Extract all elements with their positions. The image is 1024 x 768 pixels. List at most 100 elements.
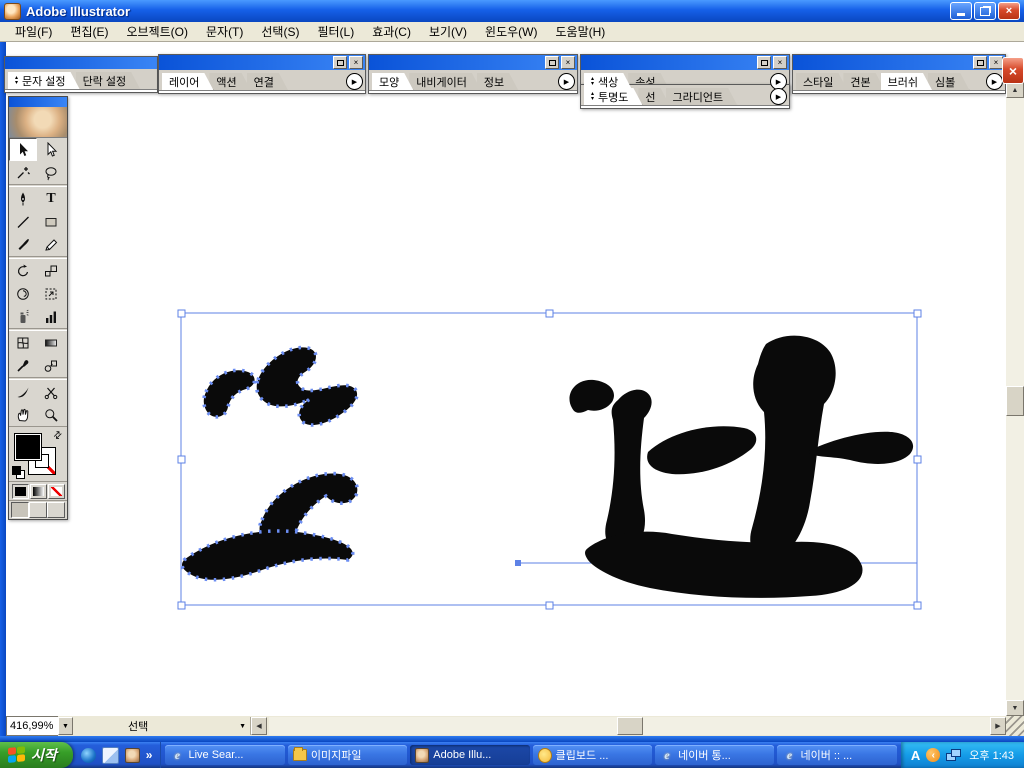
none-button[interactable] [48,484,65,499]
scissors-tool-button[interactable] [37,380,65,403]
palette-title-bar[interactable] [5,57,157,69]
tab-styles[interactable]: 스타일 [796,73,847,90]
palette-close-button[interactable]: × [773,56,787,69]
tab-color[interactable]: ▴▾ 색상 [584,73,632,90]
palette-minimize-button[interactable] [333,56,347,69]
palette-flyout-button[interactable]: ▶ [346,73,363,90]
tab-links[interactable]: 연결 [247,73,288,90]
calligraphy-stroke[interactable] [257,347,357,425]
blend-tool-button[interactable] [37,354,65,377]
taskbar-button-naver-1[interactable]: e 네이버 통... [655,745,774,765]
gradient-tool-button[interactable] [37,331,65,354]
tab-brushes[interactable]: 브러쉬 [881,73,932,90]
palette-title-bar[interactable]: × [793,55,1005,70]
resize-grip[interactable] [1006,716,1024,736]
rotate-tool-button[interactable] [9,259,37,282]
palette-minimize-button[interactable] [545,56,559,69]
fullscreen-with-menu-button[interactable] [29,502,47,518]
eyedropper-tool-button[interactable] [9,354,37,377]
menu-effect[interactable]: 효과(C) [363,21,420,42]
gradient-button[interactable] [30,484,47,499]
pencil-tool-button[interactable] [37,233,65,256]
calligraphy-left-group[interactable] [182,347,357,579]
palette-flyout-button[interactable]: ▶ [558,73,575,90]
vertical-scrollbar[interactable]: ▲ ▼ [1006,82,1024,716]
document-close-button[interactable]: × [1002,57,1024,84]
close-button[interactable]: × [998,2,1020,20]
tab-symbols[interactable]: 심볼 [928,73,969,90]
horizontal-scrollbar[interactable]: ▶ [269,717,1006,735]
menu-window[interactable]: 윈도우(W) [476,21,546,42]
taskbar-button-naver-2[interactable]: e 네이버 :: ... [777,745,896,765]
palette-minimize-button[interactable] [757,56,771,69]
palette-minimize-button[interactable] [973,56,987,69]
swap-fill-stroke-icon[interactable]: ⇄ [51,429,65,443]
rectangle-tool-button[interactable] [37,210,65,233]
menu-edit[interactable]: 편집(E) [61,21,117,42]
lasso-tool-button[interactable] [37,161,65,184]
menu-help[interactable]: 도움말(H) [547,21,615,42]
scroll-left-button[interactable]: ◀ [251,717,267,735]
palette-close-button[interactable]: × [561,56,575,69]
menu-object[interactable]: 오브젝트(O) [117,21,197,42]
ime-language-indicator[interactable]: A [911,748,920,763]
warp-tool-button[interactable] [9,282,37,305]
outlook-express-icon[interactable] [102,747,119,764]
network-status-icon[interactable] [946,749,961,761]
palette-flyout-button[interactable]: ▶ [986,73,1003,90]
tab-actions[interactable]: 액션 [209,73,250,90]
illustrator-quicklaunch-icon[interactable] [125,748,140,763]
type-tool-button[interactable]: T [37,187,65,210]
tab-appearance[interactable]: 모양 [372,73,413,90]
status-mode-field[interactable]: 선택 ▼ [73,717,251,735]
internet-globe-icon[interactable] [81,748,96,763]
line-anchor[interactable] [515,560,521,566]
graph-tool-button[interactable] [37,305,65,328]
tab-paragraph-settings[interactable]: 단락 설정 [76,72,141,89]
quicklaunch-overflow-chevron[interactable]: » [146,748,153,762]
tab-info[interactable]: 정보 [477,73,518,90]
menu-filter[interactable]: 필터(L) [308,21,363,42]
scroll-up-button[interactable]: ▲ [1006,82,1024,98]
horizontal-scroll-thumb[interactable] [617,717,643,735]
taskbar-button-clipboard[interactable]: 클립보드 ... [533,745,652,765]
hand-tool-button[interactable] [9,403,37,426]
fill-swatch[interactable] [14,433,42,461]
pen-tool-button[interactable] [9,187,37,210]
menu-type[interactable]: 문자(T) [197,21,252,42]
taskbar-button-illustrator[interactable]: Adobe Illu... [410,745,529,765]
free-transform-tool-button[interactable] [37,282,65,305]
scale-tool-button[interactable] [37,259,65,282]
taskbar-button-live-search[interactable]: e Live Sear... [165,745,284,765]
scroll-down-button[interactable]: ▼ [1006,700,1024,716]
default-fill-stroke-icon[interactable] [12,466,24,478]
fullscreen-mode-button[interactable] [47,502,65,518]
standard-screen-mode-button[interactable] [11,502,29,518]
symbol-sprayer-tool-button[interactable] [9,305,37,328]
tab-gradient[interactable]: 그라디언트 [666,88,738,105]
palette-title-bar[interactable]: × [369,55,577,70]
calligraphy-ban-glyph[interactable] [569,336,913,598]
line-segment-tool-button[interactable] [9,210,37,233]
menu-file[interactable]: 파일(F) [6,21,61,42]
tab-layers[interactable]: 레이어 [162,73,213,90]
minimize-button[interactable] [950,2,972,20]
tray-collapse-chevron[interactable]: ‹ [926,748,940,762]
document-canvas[interactable] [0,42,1024,736]
scroll-right-button[interactable]: ▶ [990,717,1006,735]
tab-character-settings[interactable]: ▴▾ 문자 설정 [8,72,80,89]
magic-wand-tool-button[interactable] [9,161,37,184]
selection-tool-button[interactable] [9,138,37,161]
mesh-tool-button[interactable] [9,331,37,354]
tab-stroke[interactable]: 선 [638,88,669,105]
menu-view[interactable]: 보기(V) [420,21,476,42]
start-button[interactable]: 시작 [0,742,73,768]
palette-title-bar[interactable]: × [581,55,789,70]
palette-title-bar[interactable]: × [159,55,365,70]
restore-button[interactable] [974,2,996,20]
zoom-dropdown-button[interactable]: ▼ [58,717,73,735]
tab-transparency[interactable]: ▴▾ 투명도 [584,88,642,105]
palette-close-button[interactable]: × [989,56,1003,69]
tab-navigator[interactable]: 내비게이터 [409,73,481,90]
direct-selection-tool-button[interactable] [37,138,65,161]
